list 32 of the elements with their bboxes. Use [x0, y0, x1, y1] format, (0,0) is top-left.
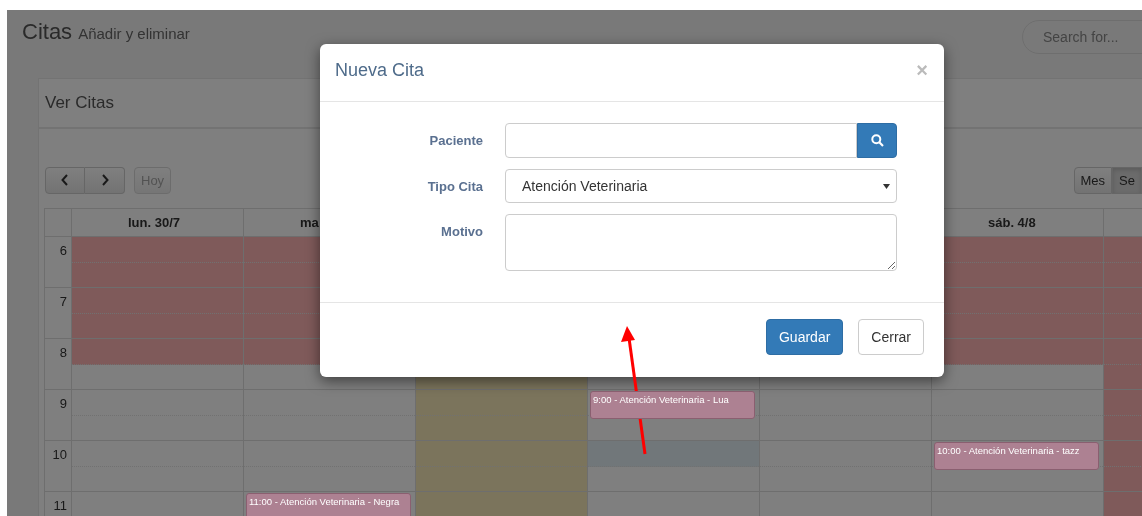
appointment-event[interactable]: 11:00 - Atención Veterinaria - Negra — [246, 493, 411, 516]
patient-input[interactable] — [505, 123, 857, 158]
view-button[interactable]: Mes — [1073, 166, 1113, 194]
appointment-event[interactable]: 9:00 - Atención Veterinaria - Lua — [590, 391, 755, 419]
close-button[interactable]: × — [916, 59, 928, 82]
appointment-event[interactable]: 10:00 - Atención Veterinaria - tazz — [934, 442, 1099, 470]
hour-label: 7 — [59, 294, 67, 311]
caret-icon — [883, 183, 890, 189]
hour-label: 8 — [59, 345, 67, 362]
column-header: lun. 30/7 — [72, 208, 243, 237]
reason-textarea[interactable] — [505, 214, 897, 271]
hour-label: 11 — [53, 498, 67, 515]
search-icon — [870, 134, 884, 147]
search-button[interactable] — [857, 123, 897, 158]
modal-title: Nueva Cita — [335, 60, 425, 81]
panel-title: Ver Citas — [44, 92, 115, 114]
view-button[interactable]: Se — [1112, 166, 1142, 194]
type-select[interactable]: Atención Veterinaria — [505, 169, 897, 203]
next-button[interactable] — [85, 166, 125, 194]
hour-label: 6 — [59, 243, 67, 260]
page-subtitle: Añadir y eliminar — [78, 25, 190, 42]
hour-label: 9 — [59, 396, 67, 413]
close-dialog-button[interactable]: Cerrar — [858, 319, 924, 355]
field-label: Motivo — [440, 223, 483, 239]
save-button[interactable]: Guardar — [765, 319, 844, 355]
page-title: Citas — [22, 19, 73, 45]
hour-label: 10 — [52, 447, 67, 464]
previous-button[interactable] — [45, 166, 85, 194]
chevron-right-icon — [100, 174, 109, 186]
chevron-left-icon — [61, 174, 69, 186]
field-label: Paciente — [428, 132, 483, 148]
field-label: Tipo Cita — [426, 178, 483, 194]
